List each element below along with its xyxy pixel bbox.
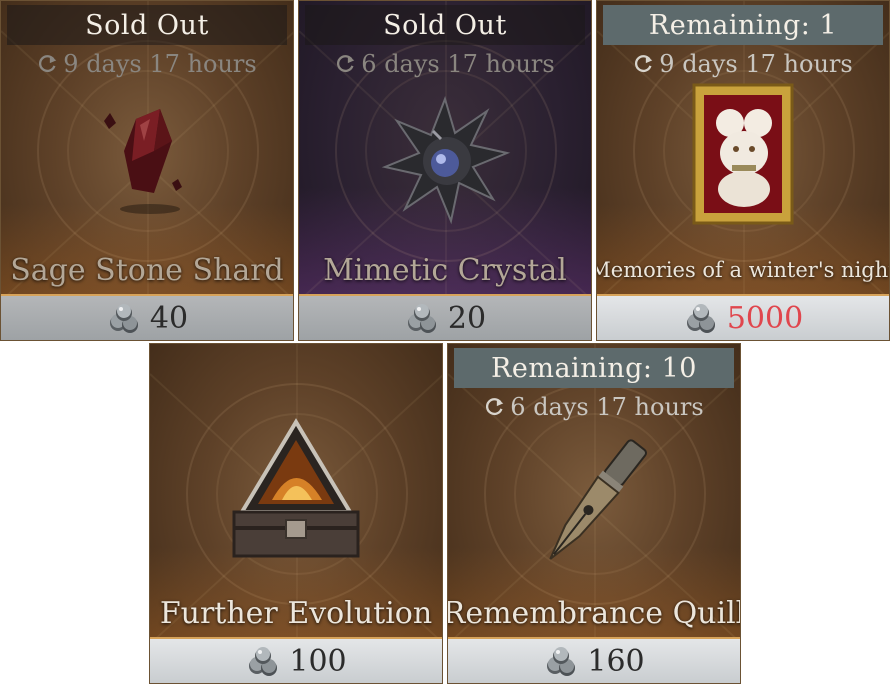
restock-timer: 9 days 17 hours [1,47,293,81]
item-price: 100 [289,643,347,679]
refresh-icon [337,54,356,73]
item-name: Sage Stone Shard [10,252,284,288]
shop-item-remembrance-quill[interactable]: Remaining: 10 6 days 17 hours Remembranc… [447,343,741,684]
restock-timer: 6 days 17 hours [299,47,591,81]
remaining-stock-banner: Remaining: 10 [454,348,734,388]
restock-timer-text: 6 days 17 hours [361,50,555,78]
coin-currency-icon [109,304,138,333]
item-name: Memories of a winter's night [596,258,890,282]
coin-currency-icon [407,304,436,333]
restock-timer: 9 days 17 hours [597,47,889,81]
shop-item-mimetic-crystal[interactable]: Sold Out 6 days 17 hours Mimetic Crystal… [298,0,592,341]
item-price: 160 [587,643,645,679]
price-bar: 100 [150,637,442,683]
restock-timer-text: 9 days 17 hours [63,50,257,78]
refresh-icon [486,397,505,416]
mimetic-crystal-icon [381,95,511,225]
refresh-icon [39,54,58,73]
item-name: Mimetic Crystal [323,252,567,288]
coin-currency-icon [547,647,576,676]
shop-item-memories-of-a-winters-night[interactable]: Remaining: 1 9 days 17 hours Memories of… [596,0,890,341]
shop-item-sage-stone-shard[interactable]: Sold Out 9 days 17 hours Sage Stone Shar… [0,0,294,341]
sold-out-banner: Sold Out [305,5,585,45]
price-bar: 5000 [597,294,889,340]
coin-currency-icon [249,647,278,676]
sage-stone-shard-icon [104,109,182,214]
refresh-icon [635,54,654,73]
restock-timer-text: 9 days 17 hours [659,50,853,78]
item-price: 20 [447,300,487,336]
framed-painting-icon [692,83,794,225]
price-bar: 20 [299,294,591,340]
item-price: 40 [149,300,189,336]
item-name: Remembrance Quill [447,595,741,631]
sold-out-banner: Sold Out [7,5,287,45]
quill-nib-icon [549,439,647,560]
evolution-chest-icon [232,418,360,558]
item-price: 5000 [726,300,804,336]
price-bar: 160 [448,637,740,683]
item-name: Further Evolution [159,595,433,631]
coin-currency-icon [686,304,715,333]
shop-item-further-evolution[interactable]: Further Evolution 100 [149,343,443,684]
remaining-stock-banner: Remaining: 1 [603,5,883,45]
restock-timer: 6 days 17 hours [448,390,740,424]
restock-timer-text: 6 days 17 hours [510,393,704,421]
price-bar: 40 [1,294,293,340]
